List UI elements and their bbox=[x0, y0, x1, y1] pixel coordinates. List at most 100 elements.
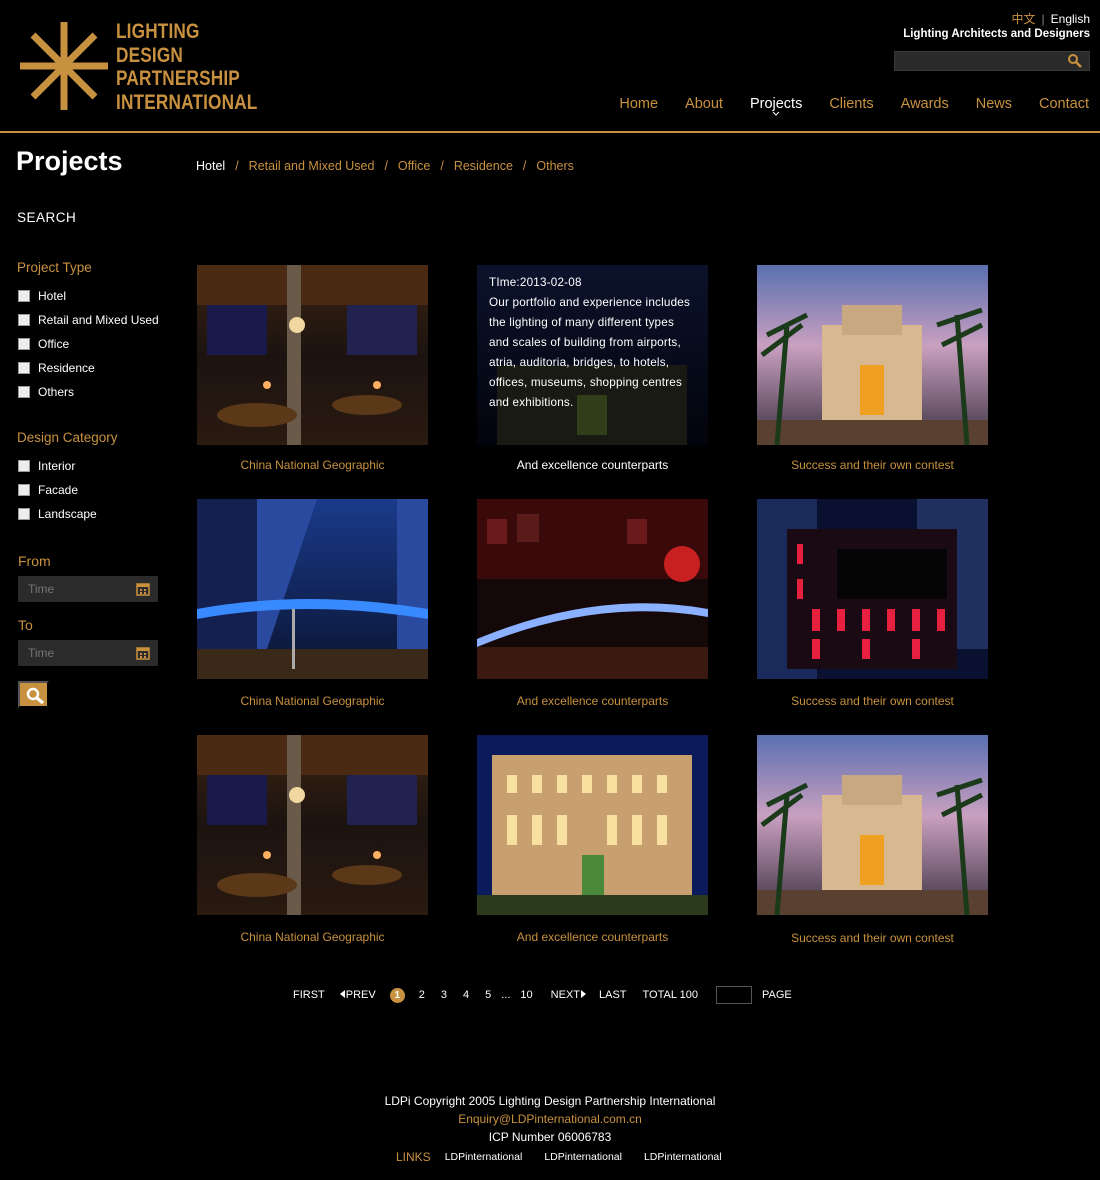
checkbox[interactable] bbox=[18, 290, 30, 302]
project-caption[interactable]: And excellence counterparts bbox=[477, 694, 708, 708]
site-header: LIGHTING DESIGN PARTNERSHIP INTERNATIONA… bbox=[0, 0, 1100, 133]
checkbox-label: Others bbox=[38, 385, 75, 399]
checkbox[interactable] bbox=[18, 484, 30, 496]
checkbox-label: Facade bbox=[38, 483, 79, 497]
project-caption[interactable]: Success and their own contest bbox=[757, 458, 988, 472]
copyright: LDPi Copyright 2005 Lighting Design Part… bbox=[384, 1094, 716, 1108]
project-type-title: Project Type bbox=[17, 260, 92, 275]
search-icon bbox=[26, 687, 45, 705]
lang-chinese-link[interactable]: 中文 bbox=[1012, 12, 1036, 26]
pager-current[interactable]: 1 bbox=[389, 987, 405, 1003]
filter-facade[interactable]: Facade bbox=[18, 483, 78, 497]
filter-retail[interactable]: Retail and Mixed Used bbox=[18, 313, 159, 327]
footer-link[interactable]: LDPinternational bbox=[544, 1151, 622, 1163]
filter-tab-office[interactable]: Office bbox=[398, 159, 430, 173]
project-thumbnail[interactable] bbox=[197, 265, 428, 445]
nav-projects[interactable]: Projects bbox=[750, 96, 802, 116]
pager-first[interactable]: FIRST bbox=[293, 989, 325, 1001]
checkbox-label: Office bbox=[38, 337, 70, 351]
filter-separator: / bbox=[522, 159, 527, 173]
checkbox[interactable] bbox=[18, 314, 30, 326]
nav-about[interactable]: About bbox=[685, 96, 723, 112]
site-tagline: Lighting Architects and Designers bbox=[903, 28, 1090, 40]
project-thumbnail[interactable] bbox=[757, 735, 988, 915]
project-caption[interactable]: Success and their own contest bbox=[757, 931, 988, 945]
filter-others[interactable]: Others bbox=[18, 385, 74, 399]
checkbox-label: Landscape bbox=[38, 507, 97, 521]
from-label: From bbox=[18, 553, 51, 569]
filter-separator: / bbox=[384, 159, 388, 173]
overlay-date: TIme:2013-02-08 bbox=[489, 276, 582, 289]
project-caption[interactable]: Success and their own contest bbox=[757, 694, 988, 708]
site-search bbox=[894, 51, 1090, 71]
project-thumbnail[interactable] bbox=[197, 499, 428, 679]
nav-clients[interactable]: Clients bbox=[829, 96, 873, 112]
checkbox[interactable] bbox=[18, 362, 30, 374]
checkbox[interactable] bbox=[18, 460, 30, 472]
project-thumbnail[interactable] bbox=[197, 735, 428, 915]
filter-landscape[interactable]: Landscape bbox=[18, 507, 97, 521]
pager-next[interactable]: NEXT bbox=[551, 989, 580, 1001]
filter-hotel[interactable]: Hotel bbox=[18, 289, 66, 303]
filter-residence[interactable]: Residence bbox=[18, 361, 95, 375]
pager-prev[interactable]: PREV bbox=[346, 989, 376, 1001]
pager-last[interactable]: LAST bbox=[599, 989, 627, 1001]
pagination: FIRST PREV 1 2 3 4 5 ... 10 NEXT LAST TO… bbox=[293, 986, 792, 1004]
to-date-field bbox=[18, 640, 158, 666]
project-caption[interactable]: China National Geographic bbox=[197, 694, 428, 708]
search-section-label: SEARCH bbox=[17, 210, 77, 225]
filter-tab-retail[interactable]: Retail and Mixed Used bbox=[249, 159, 375, 173]
pager-page[interactable]: 10 bbox=[520, 989, 532, 1001]
filter-tab-residence[interactable]: Residence bbox=[454, 159, 513, 173]
lang-separator: | bbox=[1041, 12, 1045, 26]
checkbox-label: Retail and Mixed Used bbox=[38, 313, 159, 327]
project-thumbnail[interactable] bbox=[757, 265, 988, 445]
lang-english-link[interactable]: English bbox=[1051, 12, 1090, 26]
sidebar-search-button[interactable] bbox=[18, 681, 49, 708]
checkbox[interactable] bbox=[18, 386, 30, 398]
language-switcher: 中文 | English bbox=[1012, 10, 1091, 27]
filter-tab-hotel[interactable]: Hotel bbox=[196, 159, 225, 173]
footer-link[interactable]: LDPinternational bbox=[445, 1151, 523, 1163]
design-category-title: Design Category bbox=[17, 430, 118, 445]
search-input[interactable] bbox=[895, 53, 1060, 71]
icp-number: ICP Number 06006783 bbox=[488, 1130, 612, 1144]
pager-page[interactable]: 5 bbox=[485, 989, 491, 1001]
email-link[interactable]: Enquiry@LDPinternational.com.cn bbox=[0, 1110, 1100, 1128]
chevron-down-icon bbox=[772, 111, 780, 116]
links-label: LINKS bbox=[396, 1150, 431, 1164]
category-filter-bar: Hotel / Retail and Mixed Used / Office / Re… bbox=[196, 159, 574, 173]
filter-interior[interactable]: Interior bbox=[18, 459, 75, 473]
filter-office[interactable]: Office bbox=[18, 337, 69, 351]
checkbox[interactable] bbox=[18, 508, 30, 520]
project-caption[interactable]: And excellence counterparts bbox=[477, 458, 708, 472]
calendar-icon[interactable] bbox=[136, 646, 150, 660]
checkbox[interactable] bbox=[18, 338, 30, 350]
project-caption[interactable]: China National Geographic bbox=[197, 458, 428, 472]
search-icon[interactable] bbox=[1065, 53, 1085, 69]
site-logo[interactable]: LIGHTING DESIGN PARTNERSHIP INTERNATIONA… bbox=[18, 20, 258, 115]
project-thumbnail[interactable] bbox=[757, 499, 988, 679]
nav-news[interactable]: News bbox=[976, 96, 1012, 112]
nav-contact[interactable]: Contact bbox=[1039, 96, 1089, 112]
project-caption[interactable]: China National Geographic bbox=[197, 930, 428, 944]
page-jump-input[interactable] bbox=[715, 986, 752, 1004]
pager-page[interactable]: 3 bbox=[441, 989, 447, 1001]
pager-page[interactable]: 4 bbox=[463, 989, 469, 1001]
to-date-input[interactable] bbox=[18, 640, 128, 666]
project-thumbnail[interactable] bbox=[477, 499, 708, 679]
project-thumbnail[interactable] bbox=[477, 735, 708, 915]
project-caption[interactable]: And excellence counterparts bbox=[477, 930, 708, 944]
from-date-input[interactable] bbox=[18, 576, 128, 602]
footer-link[interactable]: LDPinternational bbox=[644, 1151, 722, 1163]
calendar-icon[interactable] bbox=[136, 582, 150, 596]
filter-tab-others[interactable]: Others bbox=[536, 159, 574, 173]
arrow-right-icon bbox=[581, 990, 587, 998]
pager-page[interactable]: 2 bbox=[419, 989, 425, 1001]
from-date-field bbox=[18, 576, 158, 602]
nav-home[interactable]: Home bbox=[619, 96, 658, 112]
to-label: To bbox=[18, 617, 33, 633]
pager-total: TOTAL 100 bbox=[642, 989, 698, 1001]
project-hover-overlay: TIme:2013-02-08 Our portfolio and experi… bbox=[477, 265, 708, 445]
nav-awards[interactable]: Awards bbox=[901, 96, 949, 112]
